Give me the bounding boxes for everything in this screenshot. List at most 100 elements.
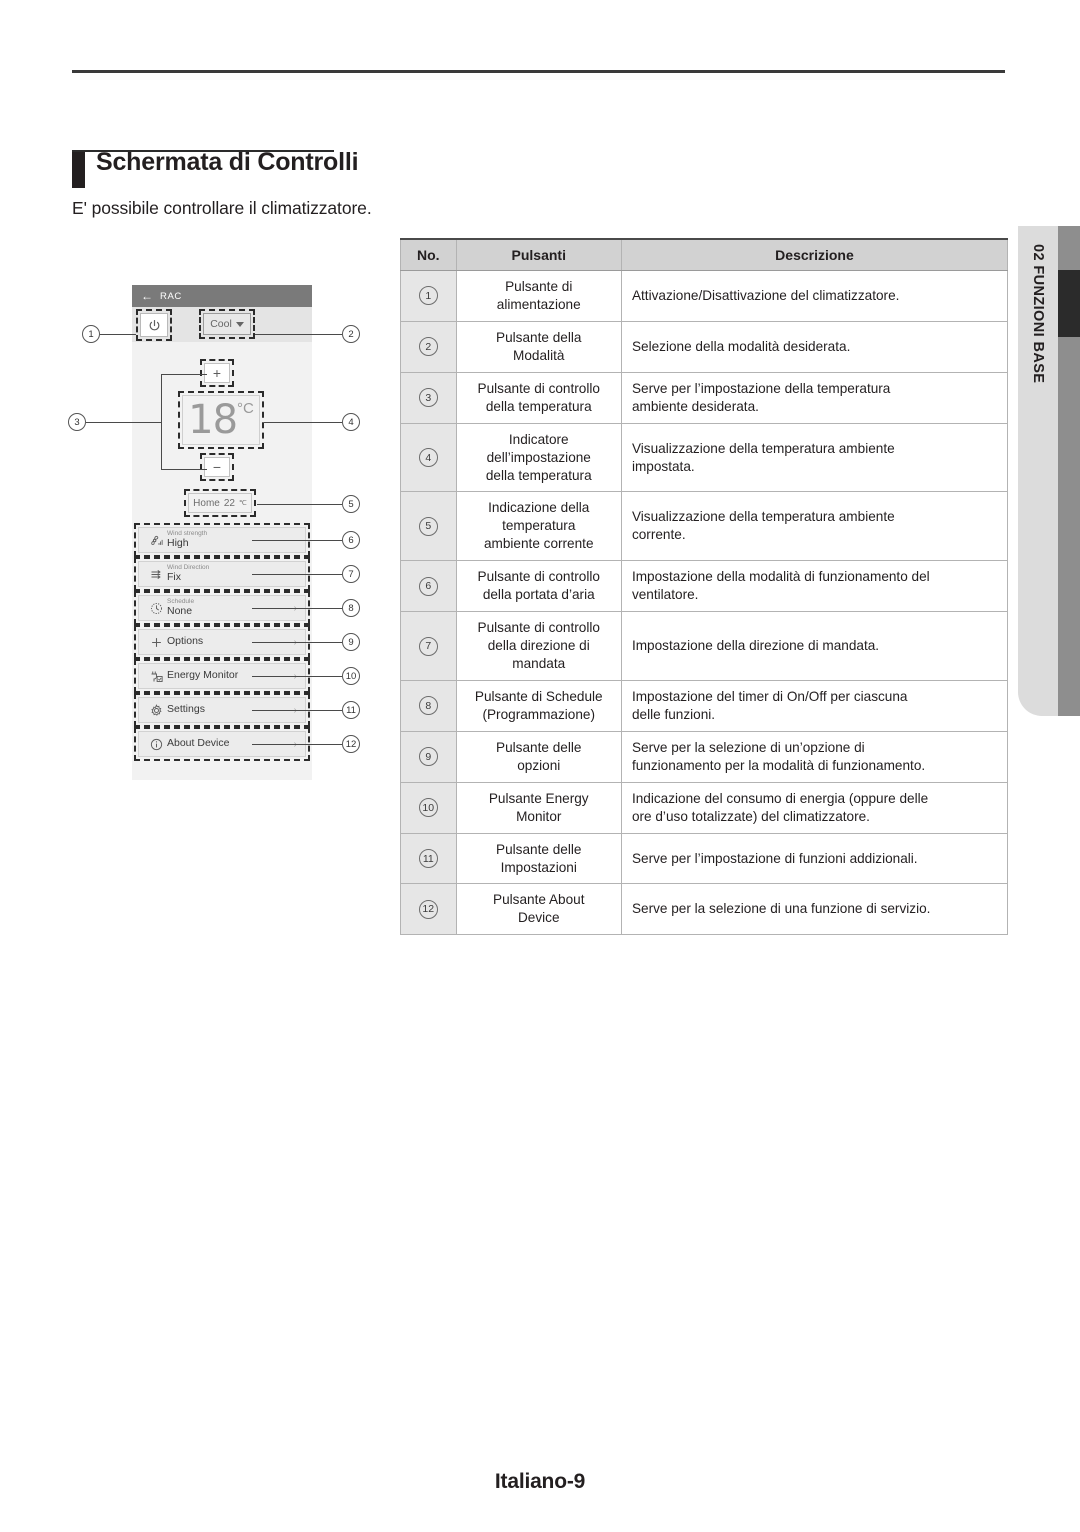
leader-line-3-bottom — [161, 469, 207, 470]
table-cell-button: Pulsante di controllo della portata d’ari… — [455, 560, 622, 613]
page-title: Schermata di Controlli — [96, 148, 359, 176]
page-subtitle: E' possibile controllare il climatizzato… — [72, 198, 372, 218]
table-cell-no: 8 — [400, 679, 457, 732]
callout-label: 8 — [348, 602, 354, 614]
leader-line-12 — [252, 744, 342, 745]
highlight-power — [136, 309, 172, 341]
table-cell-description: Impostazione della direzione di mandata. — [620, 611, 1009, 681]
callout-3: 3 — [68, 413, 86, 431]
table-cell-button: Pulsante di Schedule (Programmazione) — [455, 679, 622, 732]
row-number-badge: 6 — [418, 576, 438, 596]
table-cell-description: Impostazione del timer di On/Off per cia… — [620, 679, 1009, 732]
table-cell-description: Selezione della modalità desiderata. — [620, 320, 1009, 373]
table-row: 12 Pulsante About Device Serve per la selez… — [400, 883, 1009, 936]
device-screenshot: ← RAC Cool + 18 °C − Home 22 ℃ Wind stre… — [132, 285, 312, 780]
callout-5: 5 — [342, 495, 360, 513]
table-cell-description: Impostazione della modalità di funzionam… — [620, 560, 1009, 613]
row-number-badge: 1 — [418, 286, 438, 306]
table-cell-no: 6 — [400, 560, 457, 613]
callout-4: 4 — [342, 413, 360, 431]
leader-line-9 — [252, 642, 342, 643]
callout-label: 11 — [346, 704, 356, 716]
heading-accent-bar — [72, 152, 85, 188]
callout-label: 1 — [88, 328, 94, 340]
leader-line-3-top — [161, 374, 207, 375]
callout-12: 12 — [342, 735, 360, 753]
highlight-mode — [199, 309, 255, 339]
table-row: 6 Pulsante di controllo della portata d’ar… — [400, 560, 1009, 613]
chapter-tab: 02 FUNZIONI BASE — [1018, 226, 1058, 716]
leader-line-2 — [255, 334, 342, 335]
table-cell-button: Pulsante di controllo della temperatura — [455, 371, 622, 424]
callout-2: 2 — [342, 325, 360, 343]
callout-label: 6 — [348, 534, 354, 546]
table-cell-no: 4 — [400, 422, 457, 493]
leader-line-1 — [100, 334, 136, 335]
table-cell-button: Pulsante di controllo della direzione di m… — [455, 611, 622, 681]
row-number-badge: 7 — [418, 636, 438, 656]
table-cell-description: Visualizzazione della temperatura ambien… — [620, 491, 1009, 562]
callout-label: 2 — [348, 328, 354, 340]
highlight-temp — [178, 391, 264, 449]
table-row: 3 Pulsante di controllo della temperatura S… — [400, 371, 1009, 424]
table-cell-no: 10 — [400, 781, 457, 834]
table-cell-button: Pulsante delle opzioni — [455, 730, 622, 783]
table-row: 11 Pulsante delle Impostazioni Serve per l’… — [400, 832, 1009, 885]
row-number-badge: 5 — [418, 516, 438, 536]
leader-line-5 — [257, 504, 342, 505]
table-cell-no: 2 — [400, 320, 457, 373]
callout-7: 7 — [342, 565, 360, 583]
row-number-badge: 11 — [418, 849, 438, 868]
table-cell-no: 7 — [400, 611, 457, 681]
page-footer: Italiano-9 — [494, 1470, 586, 1493]
callout-label: 9 — [348, 636, 354, 648]
leader-line-7 — [252, 574, 342, 575]
table-cell-button: Indicatore dell’impostazione della tempera… — [455, 422, 622, 493]
table-cell-description: Attivazione/Disattivazione del climatizz… — [620, 270, 1009, 322]
table-cell-description: Serve per l’impostazione di funzioni add… — [620, 832, 1009, 885]
leader-line-4 — [264, 422, 342, 423]
leader-line-8 — [252, 608, 342, 609]
table-cell-description: Serve per la selezione di una funzione d… — [620, 883, 1009, 936]
table-row: 1 Pulsante di alimentazione Attivazione/Dis… — [400, 270, 1009, 322]
table-row: 10 Pulsante Energy Monitor Indicazione del … — [400, 781, 1009, 834]
highlight-home — [184, 489, 256, 517]
chapter-tab-label: 02 FUNZIONI BASE — [1030, 244, 1046, 384]
callout-10: 10 — [342, 667, 360, 685]
table-cell-no: 3 — [400, 371, 457, 424]
table-cell-button: Pulsante About Device — [455, 883, 622, 936]
row-number-badge: 12 — [418, 899, 438, 919]
page-top-rule — [72, 70, 1005, 73]
device-illustration: ← RAC Cool + 18 °C − Home 22 ℃ Wind stre… — [68, 285, 382, 795]
back-arrow-icon[interactable]: ← — [141, 290, 153, 302]
table-header-button: Pulsanti — [455, 238, 622, 271]
leader-line-3 — [86, 422, 161, 423]
table-cell-button: Indicazione della temperatura ambiente cor… — [455, 491, 622, 562]
table-cell-no: 12 — [400, 883, 457, 936]
leader-line-3-v — [161, 374, 162, 470]
table-row: 2 Pulsante della Modalità Selezione della m… — [400, 320, 1009, 373]
leader-line-6 — [252, 540, 342, 541]
callout-label: 10 — [345, 670, 357, 682]
table-cell-button: Pulsante della Modalità — [455, 320, 622, 373]
table-cell-no: 5 — [400, 491, 457, 562]
controls-table: No. Pulsanti Descrizione 1 Pulsante di ali… — [400, 238, 1009, 936]
chapter-strip-marker — [1058, 270, 1080, 337]
callout-label: 4 — [348, 416, 354, 428]
row-number-badge: 2 — [418, 337, 438, 357]
table-row: 5 Indicazione della temperatura ambiente co… — [400, 491, 1009, 562]
table-cell-description: Visualizzazione della temperatura ambien… — [620, 422, 1009, 493]
table-cell-button: Pulsante delle Impostazioni — [455, 832, 622, 885]
callout-9: 9 — [342, 633, 360, 651]
table-cell-no: 1 — [400, 270, 457, 322]
table-cell-button: Pulsante Energy Monitor — [455, 781, 622, 834]
device-title: RAC — [160, 290, 182, 302]
table-cell-description: Serve per la selezione di un’opzione di f… — [620, 730, 1009, 783]
table-cell-description: Indicazione del consumo di energia (oppu… — [620, 781, 1009, 834]
row-number-badge: 10 — [418, 798, 438, 818]
table-row: 4 Indicatore dell’impostazione della temper… — [400, 422, 1009, 493]
row-number-badge: 9 — [418, 747, 438, 767]
callout-6: 6 — [342, 531, 360, 549]
callout-11: 11 — [342, 701, 360, 719]
callout-label: 3 — [74, 416, 80, 428]
